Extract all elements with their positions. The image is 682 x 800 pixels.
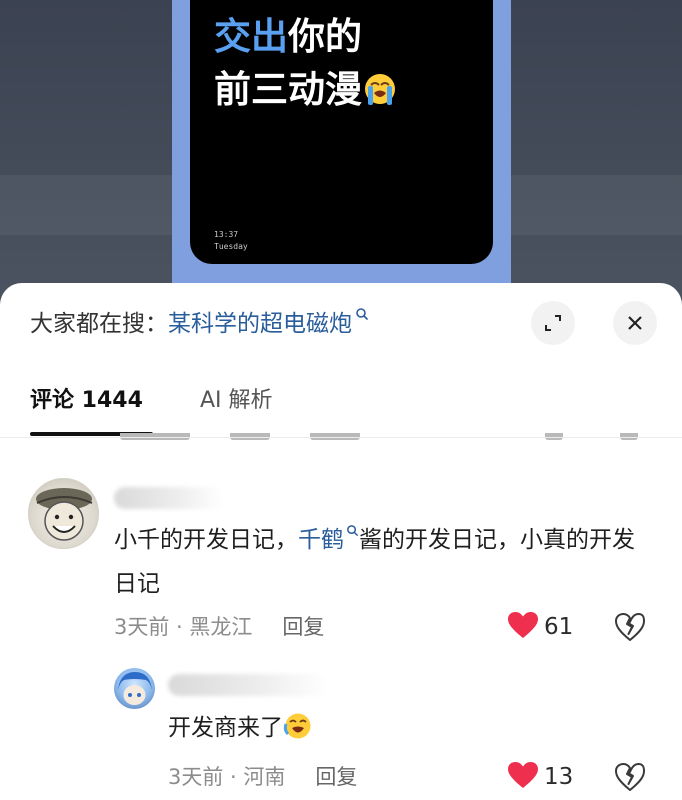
search-icon (356, 308, 369, 321)
broken-heart-icon[interactable] (614, 612, 646, 642)
comment-text: 小千的开发日记，千鹤 酱的开发日记，小真的开发日记 (114, 518, 654, 606)
like-count: 61 (544, 614, 574, 640)
broken-heart-icon[interactable] (614, 762, 646, 792)
reply-button[interactable]: 回复 (282, 615, 324, 639)
trending-search-term[interactable]: 某科学的超电磁炮 (168, 311, 352, 337)
loudly-crying-face-icon (365, 74, 395, 105)
video-headline-rest: 你的 (288, 15, 362, 58)
reply-text: 开发商来了 (168, 706, 648, 750)
video-headline-line2: 前三动漫 (214, 66, 474, 114)
heart-icon (508, 612, 538, 638)
like-button[interactable]: 13 (508, 762, 573, 792)
cartoon-face-avatar-icon (36, 488, 93, 541)
crying-face-icon (283, 713, 311, 739)
close-button[interactable] (613, 301, 657, 345)
tab-divider (0, 437, 682, 438)
search-icon (347, 525, 359, 537)
tab-comments[interactable]: 评论 1444 (30, 384, 143, 418)
scrolled-previous-meta (0, 433, 682, 445)
heart-icon (508, 762, 538, 788)
avatar[interactable] (114, 668, 155, 709)
video-headline-line1: 交出你的 (214, 13, 474, 61)
like-count: 13 (544, 764, 574, 790)
trending-search-prefix: 大家都在搜： (30, 311, 168, 337)
reply-location: 河南 (243, 765, 286, 789)
mention-link[interactable]: 千鹤 (298, 527, 344, 553)
comment-text-before: 小千的开发日记， (114, 527, 298, 553)
video-lock-day: Tuesday (214, 242, 248, 251)
video-headline-accent: 交出 (214, 15, 288, 58)
meta-separator: · (223, 765, 244, 789)
reply-button[interactable]: 回复 (315, 765, 357, 789)
video-lock-time: 13:37 (214, 230, 239, 239)
trending-search-row[interactable]: 大家都在搜：某科学的超电磁炮 (30, 307, 369, 339)
expand-icon (545, 315, 561, 331)
meta-separator: · (169, 615, 190, 639)
tab-ai-analysis[interactable]: AI 解析 (200, 384, 273, 418)
like-button[interactable]: 61 (508, 612, 573, 642)
reply-text-content: 开发商来了 (168, 715, 283, 741)
reply-meta: 3天前 · 河南 回复 (168, 762, 357, 792)
blurred-username (168, 674, 328, 696)
video-headline-text: 前三动漫 (214, 68, 362, 111)
reply-time: 3天前 (168, 765, 224, 789)
expand-button[interactable] (531, 301, 575, 345)
comment-meta: 3天前 · 黑龙江 回复 (114, 612, 324, 642)
avatar[interactable] (28, 478, 99, 549)
blurred-username (114, 487, 224, 509)
close-icon (628, 316, 642, 330)
anime-avatar-icon (118, 672, 152, 705)
comment-location: 黑龙江 (189, 615, 253, 639)
comment-time: 3天前 (114, 615, 170, 639)
